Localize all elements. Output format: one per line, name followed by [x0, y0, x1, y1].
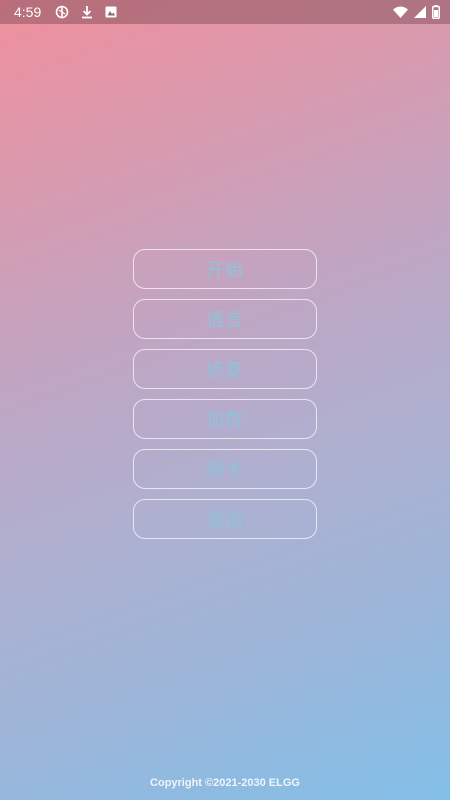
system-icons [393, 5, 440, 19]
language-button-label: 语言 [206, 310, 244, 331]
start-button-label: 开始 [206, 260, 244, 281]
status-time: 4:59 [14, 4, 42, 20]
exit-button-label: 退出 [206, 510, 244, 531]
download-icon [81, 5, 93, 19]
join-group-button-label: 加群 [206, 410, 244, 431]
image-icon [105, 6, 117, 18]
main-menu: 开始 语言 修复 加群 购卡 退出 [133, 249, 317, 539]
notification-icons [55, 5, 117, 19]
buy-card-button-label: 购卡 [206, 460, 244, 481]
signal-icon [414, 6, 426, 18]
status-bar: 4:59 [0, 0, 450, 24]
copyright-text: Copyright ©2021-2030 ELGG [150, 777, 300, 789]
repair-button-label: 修复 [206, 360, 244, 381]
buy-card-button[interactable]: 购卡 [133, 449, 317, 489]
join-group-button[interactable]: 加群 [133, 399, 317, 439]
settings-shield-icon [55, 5, 69, 19]
wifi-icon [393, 6, 408, 18]
start-button[interactable]: 开始 [133, 249, 317, 289]
repair-button[interactable]: 修复 [133, 349, 317, 389]
language-button[interactable]: 语言 [133, 299, 317, 339]
battery-icon [432, 5, 440, 19]
exit-button[interactable]: 退出 [133, 499, 317, 539]
